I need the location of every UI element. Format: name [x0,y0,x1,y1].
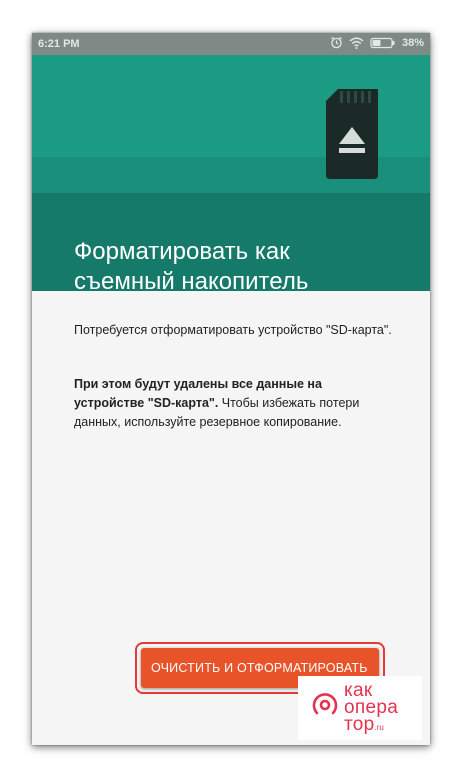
dialog-header: Форматировать как съемный накопитель [32,55,430,295]
watermark-text: как опера тор.ru [344,680,399,735]
watermark-logo: как опера тор.ru [298,676,422,740]
sd-card-eject-icon [324,89,382,192]
format-description: Потребуется отформатировать устройство "… [74,323,392,337]
alarm-icon [330,36,343,49]
data-loss-warning: При этом будут удалены все данные на уст… [74,375,394,432]
status-bar: 6:21 PM 38% [32,33,430,55]
battery-percent: 38% [401,36,424,49]
phone-screen: 6:21 PM 38% Форматировать как съемный на… [32,33,430,745]
dialog-title-line1: Форматировать как [74,238,290,265]
status-icons: 38% [330,36,424,49]
dialog-title: Форматировать как съемный накопитель [74,237,394,297]
wifi-icon [349,37,364,49]
status-time: 6:21 PM [38,38,80,50]
broadcast-logo-icon [310,690,340,725]
battery-icon [370,37,396,49]
